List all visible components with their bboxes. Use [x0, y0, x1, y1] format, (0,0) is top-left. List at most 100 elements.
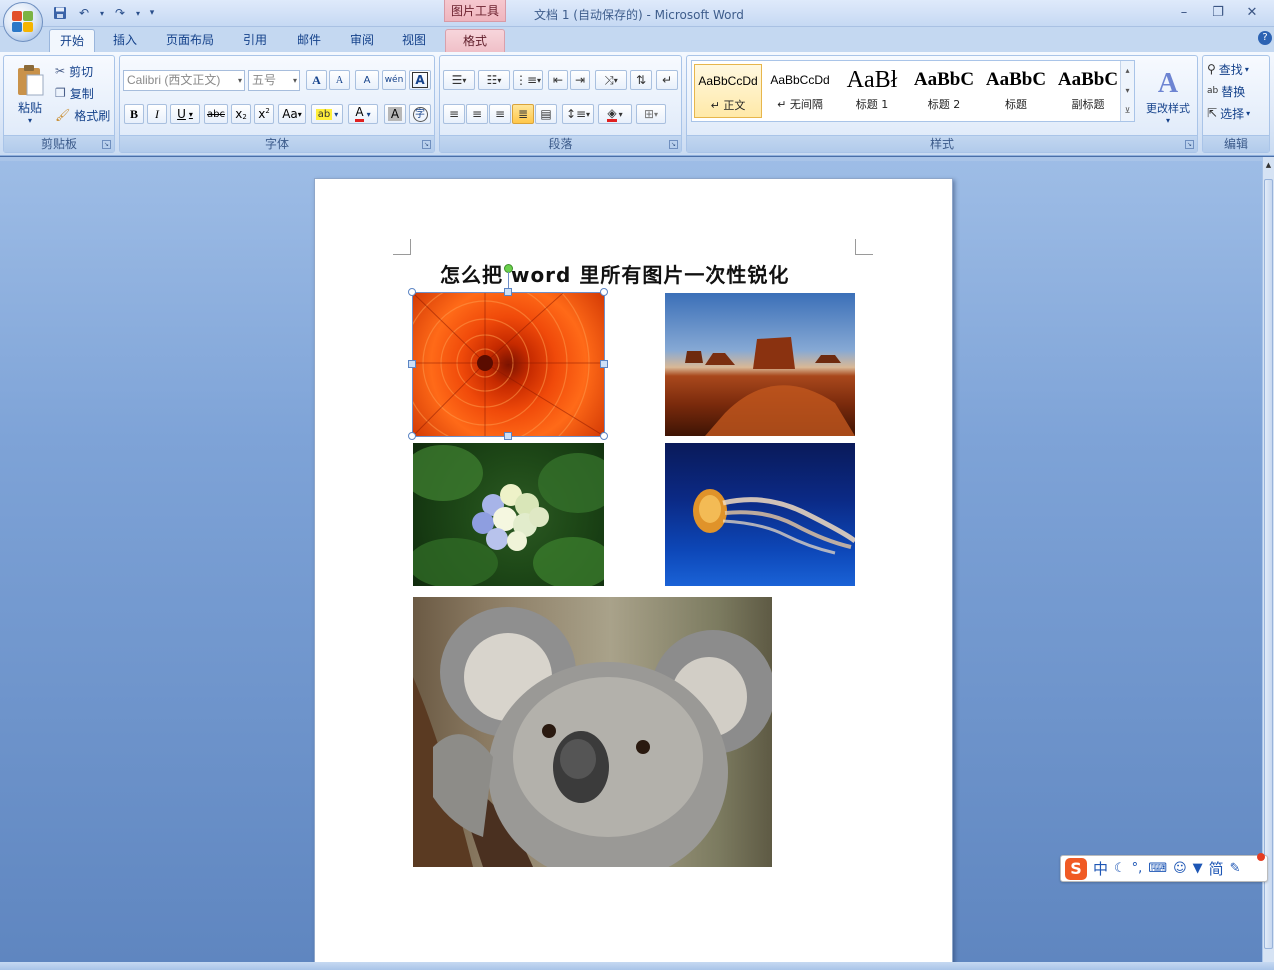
- help-icon[interactable]: ?: [1258, 31, 1272, 45]
- align-center-button[interactable]: ≡: [466, 104, 488, 124]
- tab-mailings[interactable]: 邮件: [288, 29, 330, 52]
- gallery-more-icon[interactable]: ⊻: [1121, 101, 1134, 121]
- underline-button[interactable]: U ▾: [170, 104, 200, 124]
- customize-qat-icon[interactable]: ▾: [146, 4, 158, 22]
- restore-button[interactable]: ❐: [1202, 2, 1234, 22]
- change-case-button[interactable]: Aa ▾: [278, 104, 306, 124]
- redo-icon[interactable]: ↷: [110, 4, 130, 22]
- gallery-down-icon[interactable]: ▾: [1121, 81, 1134, 101]
- tab-references[interactable]: 引用: [234, 29, 276, 52]
- grow-font-button[interactable]: A: [306, 70, 327, 90]
- tab-page-layout[interactable]: 页面布局: [158, 29, 222, 52]
- vertical-scrollbar[interactable]: ▲: [1262, 157, 1274, 962]
- superscript-button[interactable]: x2: [254, 104, 274, 124]
- resize-handle-bottom-right[interactable]: [600, 432, 608, 440]
- align-right-button[interactable]: ≡: [489, 104, 511, 124]
- character-shading-button[interactable]: A: [384, 104, 406, 124]
- style-item-no-spacing[interactable]: AaBbCcDd ↵ 无间隔: [766, 64, 834, 118]
- style-item-heading-1[interactable]: AaBł 标题 1: [838, 64, 906, 118]
- sort-button[interactable]: ⇅: [630, 70, 652, 90]
- cut-button[interactable]: ✂ 剪切: [54, 61, 114, 81]
- distributed-button[interactable]: ▤: [535, 104, 557, 124]
- styles-launcher-icon[interactable]: ↘: [1185, 140, 1194, 149]
- scrollbar-thumb[interactable]: [1264, 179, 1273, 949]
- asian-layout-button[interactable]: ⤨ ▾: [595, 70, 627, 90]
- document-page[interactable]: 怎么把 word 里所有图片一次性锐化: [314, 178, 953, 962]
- increase-indent-button[interactable]: ⇥: [570, 70, 590, 90]
- punctuation-icon[interactable]: °,: [1132, 861, 1143, 876]
- style-item-normal[interactable]: AaBbCcDd ↵ 正文: [694, 64, 762, 118]
- strikethrough-button[interactable]: abc: [204, 104, 228, 124]
- minimize-button[interactable]: –: [1168, 2, 1200, 22]
- skin-icon[interactable]: ▼: [1193, 861, 1203, 876]
- font-launcher-icon[interactable]: ↘: [422, 140, 431, 149]
- font-name-combo[interactable]: Calibri (西文正文) ▾: [123, 70, 245, 91]
- style-item-title[interactable]: AaBbC 标题: [982, 64, 1050, 118]
- office-button[interactable]: [3, 2, 43, 42]
- close-button[interactable]: ✕: [1236, 2, 1268, 22]
- scroll-up-icon[interactable]: ▲: [1263, 161, 1274, 169]
- decrease-indent-button[interactable]: ⇤: [548, 70, 568, 90]
- paragraph-launcher-icon[interactable]: ↘: [669, 140, 678, 149]
- highlight-button[interactable]: ab ▾: [311, 104, 343, 124]
- find-button[interactable]: ⚲ 查找 ▾: [1206, 59, 1268, 79]
- redo-dropdown-icon[interactable]: ▾: [134, 4, 142, 22]
- shrink-font-button[interactable]: A: [329, 70, 350, 90]
- jellyfish-picture[interactable]: [665, 443, 855, 586]
- enclose-characters-button[interactable]: 字: [409, 104, 431, 124]
- koala-picture[interactable]: [413, 597, 772, 867]
- ime-mode-toggle[interactable]: 简: [1209, 858, 1224, 879]
- font-color-button[interactable]: A ▾: [348, 104, 378, 124]
- align-left-button[interactable]: ≡: [443, 104, 465, 124]
- bold-button[interactable]: B: [124, 104, 144, 124]
- font-size-combo[interactable]: 五号 ▾: [248, 70, 300, 91]
- paste-button[interactable]: 粘贴 ▾: [8, 58, 52, 130]
- numbering-button[interactable]: ☷ ▾: [478, 70, 510, 90]
- resize-handle-top-right[interactable]: [600, 288, 608, 296]
- line-spacing-button[interactable]: ↕≡ ▾: [562, 104, 594, 124]
- clipboard-launcher-icon[interactable]: ↘: [102, 140, 111, 149]
- tab-review[interactable]: 审阅: [341, 29, 383, 52]
- copy-button[interactable]: ❐ 复制: [54, 83, 114, 103]
- moon-icon[interactable]: ☾: [1114, 861, 1126, 876]
- italic-button[interactable]: I: [147, 104, 167, 124]
- user-icon[interactable]: ☺: [1173, 861, 1187, 876]
- style-item-heading-2[interactable]: AaBbC 标题 2: [910, 64, 978, 118]
- borders-button[interactable]: ⊞ ▾: [636, 104, 666, 124]
- undo-icon[interactable]: ↶: [74, 4, 94, 22]
- tab-view[interactable]: 视图: [393, 29, 435, 52]
- keyboard-icon[interactable]: ⌨: [1148, 861, 1167, 876]
- replace-button[interactable]: ab 替换: [1206, 81, 1268, 101]
- resize-handle-top[interactable]: [504, 288, 512, 296]
- resize-handle-top-left[interactable]: [408, 288, 416, 296]
- bullets-button[interactable]: ☰ ▾: [443, 70, 475, 90]
- paragraph-shading-button[interactable]: ◈ ▾: [598, 104, 632, 124]
- select-button[interactable]: ⇱ 选择 ▾: [1206, 103, 1268, 123]
- hydrangea-picture[interactable]: [413, 443, 604, 586]
- tab-home[interactable]: 开始: [49, 29, 95, 52]
- desert-picture[interactable]: [665, 293, 855, 436]
- multilevel-list-button[interactable]: ⋮≡ ▾: [513, 70, 543, 90]
- gallery-up-icon[interactable]: ▴: [1121, 61, 1134, 81]
- justify-button[interactable]: ≣: [512, 104, 534, 124]
- tab-format[interactable]: 格式: [445, 29, 505, 52]
- phonetic-guide-button[interactable]: wén: [382, 70, 406, 90]
- save-icon[interactable]: [50, 4, 70, 22]
- wrench-icon[interactable]: ✎: [1230, 861, 1241, 876]
- change-styles-button[interactable]: A 更改样式 ▾: [1141, 60, 1195, 132]
- subscript-button[interactable]: x2: [231, 104, 251, 124]
- show-marks-button[interactable]: ↵: [656, 70, 678, 90]
- character-border-button[interactable]: A: [409, 70, 431, 90]
- resize-handle-right[interactable]: [600, 360, 608, 368]
- tab-insert[interactable]: 插入: [104, 29, 146, 52]
- document-title-text[interactable]: 怎么把 word 里所有图片一次性锐化: [440, 259, 789, 288]
- ime-lang-toggle[interactable]: 中: [1093, 858, 1108, 879]
- clear-format-button[interactable]: A: [355, 70, 379, 90]
- undo-dropdown-icon[interactable]: ▾: [98, 4, 106, 22]
- style-item-subtitle[interactable]: AaBbC 副标题: [1054, 64, 1122, 118]
- format-painter-button[interactable]: 🖌 格式刷: [54, 105, 114, 125]
- resize-handle-bottom-left[interactable]: [408, 432, 416, 440]
- resize-handle-bottom[interactable]: [504, 432, 512, 440]
- resize-handle-left[interactable]: [408, 360, 416, 368]
- gallery-scroll[interactable]: ▴ ▾ ⊻: [1120, 61, 1134, 121]
